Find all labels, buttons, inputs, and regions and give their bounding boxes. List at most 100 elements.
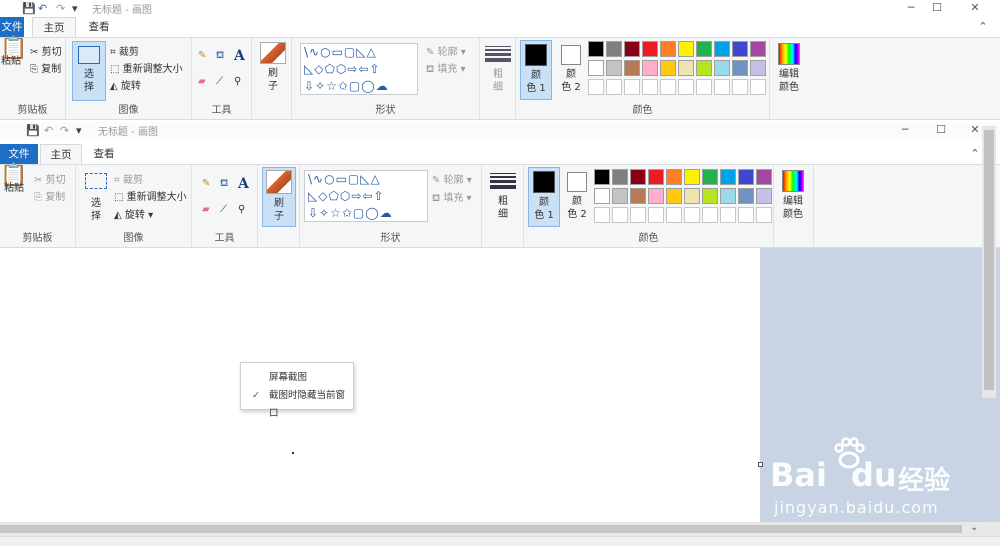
tab-view[interactable]: 查看 (80, 17, 118, 37)
color-picker-icon[interactable]: ⟋ (220, 204, 227, 215)
menu-item-hide-window[interactable]: ✓ 截图时隐藏当前窗口 (241, 387, 353, 419)
color1-button[interactable]: 颜 色 1 (528, 167, 560, 227)
color-swatch[interactable] (630, 207, 646, 223)
color-swatch[interactable] (756, 188, 772, 204)
color-swatch[interactable] (606, 41, 622, 57)
cut-button[interactable]: ✂ 剪切 (34, 171, 66, 186)
save-icon[interactable]: 💾 (22, 2, 36, 15)
brush-button[interactable]: 刷 子 (262, 167, 296, 227)
rotate-button[interactable]: ◭ 旋转 ▾ (114, 206, 153, 221)
edit-colors-button[interactable]: 编辑 颜色 (776, 167, 810, 227)
size-button[interactable]: 粗 细 (482, 44, 514, 100)
shapes-gallery[interactable]: \∿○▭▢◺△ ◺◇⬠⬡⇨⇦⇧ ⇩✧☆✩▢◯☁ (304, 170, 428, 222)
rotate-button[interactable]: ◭ 旋转 (110, 77, 141, 92)
color-swatch[interactable] (648, 207, 664, 223)
color-swatch[interactable] (630, 169, 646, 185)
color-swatch[interactable] (642, 60, 658, 76)
color-swatch[interactable] (594, 188, 610, 204)
color-swatch[interactable] (684, 207, 700, 223)
undo-icon[interactable]: ↶ (38, 2, 47, 15)
fill-button[interactable]: ⛾ 填充 ▾ (426, 60, 466, 77)
tab-home[interactable]: 主页 (32, 17, 76, 37)
color-swatch[interactable] (606, 79, 622, 95)
resize-button[interactable]: ⬚ 重新调整大小 (114, 188, 187, 203)
customize-qat-icon[interactable]: ▾ (76, 124, 82, 137)
crop-button[interactable]: ⌗ 裁剪 (110, 43, 139, 58)
color-swatch[interactable] (642, 41, 658, 57)
brush-button[interactable]: 刷 子 (258, 41, 288, 97)
color-swatch[interactable] (588, 79, 604, 95)
color-swatch[interactable] (648, 169, 664, 185)
horizontal-scroll-thumb[interactable] (0, 525, 962, 533)
color-swatch[interactable] (720, 169, 736, 185)
redo-icon[interactable]: ↷ (56, 2, 65, 15)
color-swatch[interactable] (750, 41, 766, 57)
color-swatch[interactable] (714, 79, 730, 95)
outline-button[interactable]: ✎ 轮廓 ▾ (426, 43, 466, 58)
color-swatch[interactable] (756, 207, 772, 223)
tab-file[interactable]: 文件 (0, 17, 24, 37)
color-swatch[interactable] (612, 188, 628, 204)
paste-button[interactable]: 📋 粘贴 (0, 38, 27, 94)
customize-qat-icon[interactable]: ▾ (72, 2, 78, 15)
copy-button[interactable]: ⎘ 复制 (30, 60, 61, 75)
tab-home[interactable]: 主页 (40, 144, 82, 164)
fill-icon[interactable]: ⛾ (216, 50, 224, 63)
pencil-icon[interactable]: ✎ (198, 50, 206, 61)
magnifier-icon[interactable]: ⚲ (234, 76, 241, 87)
cut-button[interactable]: ✂ 剪切 (30, 43, 62, 58)
redo-icon[interactable]: ↷ (60, 124, 69, 137)
color-swatch[interactable] (702, 169, 718, 185)
color-swatch[interactable] (696, 41, 712, 57)
color-swatch[interactable] (678, 79, 694, 95)
fill-button[interactable]: ⛾ 填充 ▾ (432, 189, 472, 206)
color1-button[interactable]: 颜 色 1 (520, 40, 552, 100)
shapes-gallery[interactable]: \∿○▭▢◺△ ◺◇⬠⬡⇨⇦⇧ ⇩✧☆✩▢◯☁ (300, 43, 418, 95)
color-swatch[interactable] (678, 60, 694, 76)
color-picker-icon[interactable]: ⟋ (216, 76, 223, 87)
tab-view[interactable]: 查看 (84, 144, 124, 164)
color-swatch[interactable] (732, 60, 748, 76)
color-swatch[interactable] (666, 169, 682, 185)
eraser-icon[interactable]: ▰ (198, 76, 206, 87)
color-swatch[interactable] (750, 60, 766, 76)
color-swatch[interactable] (624, 79, 640, 95)
scroll-down-arrow-icon[interactable]: ⌄ (970, 522, 978, 533)
color-swatch[interactable] (738, 207, 754, 223)
color-swatch[interactable] (612, 207, 628, 223)
color-swatch[interactable] (666, 207, 682, 223)
minimize-button[interactable]: ─ (892, 122, 918, 139)
color-swatch[interactable] (702, 207, 718, 223)
horizontal-scrollbar[interactable]: ⌄ (0, 522, 1000, 536)
color-swatch[interactable] (720, 207, 736, 223)
menu-item-screenshot[interactable]: 屏幕截图 (241, 369, 353, 387)
color-swatch[interactable] (732, 79, 748, 95)
color-swatch[interactable] (594, 207, 610, 223)
color-swatch[interactable] (624, 60, 640, 76)
color-swatch[interactable] (684, 169, 700, 185)
color-swatch[interactable] (696, 79, 712, 95)
close-button[interactable]: ✕ (962, 0, 988, 17)
fill-icon[interactable]: ⛾ (220, 178, 228, 191)
pencil-icon[interactable]: ✎ (202, 178, 210, 189)
vertical-scroll-thumb[interactable] (984, 130, 994, 390)
color-swatch[interactable] (660, 41, 676, 57)
color-swatch[interactable] (720, 188, 736, 204)
color-swatch[interactable] (594, 169, 610, 185)
magnifier-icon[interactable]: ⚲ (238, 204, 245, 215)
outline-button[interactable]: ✎ 轮廓 ▾ (432, 171, 472, 186)
eraser-icon[interactable]: ▰ (202, 204, 210, 215)
color-swatch[interactable] (684, 188, 700, 204)
select-button[interactable]: 选 择 (72, 41, 106, 101)
color-swatch[interactable] (612, 169, 628, 185)
color-swatch[interactable] (738, 169, 754, 185)
drawing-canvas[interactable] (0, 248, 763, 522)
color-swatch[interactable] (588, 60, 604, 76)
color-swatch[interactable] (756, 169, 772, 185)
paste-button[interactable]: 📋 粘贴 (0, 165, 28, 221)
resize-button[interactable]: ⬚ 重新调整大小 (110, 60, 183, 75)
color2-button[interactable]: 颜 色 2 (562, 167, 592, 227)
text-icon[interactable]: A (238, 176, 249, 192)
resize-handle[interactable] (758, 462, 763, 467)
maximize-button[interactable]: ☐ (924, 0, 950, 17)
